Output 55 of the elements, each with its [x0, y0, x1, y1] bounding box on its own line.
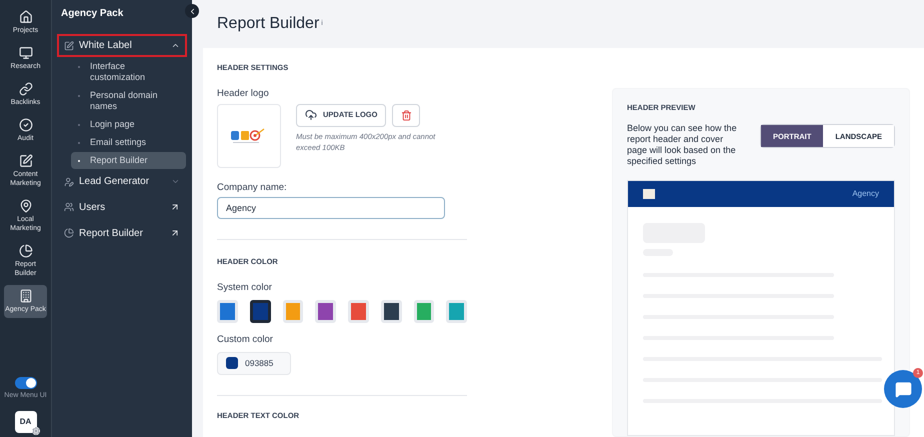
map-pin-icon — [18, 199, 32, 213]
building-icon — [18, 289, 32, 303]
menu-link[interactable]: Users — [57, 194, 187, 220]
check-circle-icon — [18, 118, 32, 132]
company-name-field[interactable]: Agency — [217, 196, 445, 219]
avatar[interactable]: DA — [14, 411, 36, 433]
logo-thumbnail-icon — [643, 189, 655, 200]
color-preview-icon — [226, 357, 238, 369]
toggle-switch[interactable] — [14, 376, 36, 388]
upload-icon — [305, 109, 317, 121]
menu-label: Report Builder — [79, 226, 144, 240]
menu-group[interactable]: White Label — [57, 34, 187, 57]
external-link-icon — [170, 202, 180, 212]
submenu-label: Personal domain names — [90, 90, 159, 112]
menu-label: White Label — [79, 39, 133, 53]
edit-icon — [64, 40, 74, 50]
color-swatch[interactable] — [250, 300, 270, 324]
field-label: Header logo — [217, 87, 270, 102]
edit-icon — [18, 154, 32, 168]
user-icon — [64, 176, 74, 186]
submenu-item[interactable]: Login page — [71, 116, 186, 133]
custom-color-field[interactable]: 093885 — [217, 352, 291, 374]
external-link-icon — [170, 228, 180, 238]
color-value: 093885 — [245, 356, 274, 370]
trash-icon — [400, 110, 412, 120]
delete-button[interactable] — [392, 104, 420, 126]
collapse-button[interactable] — [185, 4, 199, 18]
submenu-label: Login page — [90, 119, 136, 130]
chat-icon — [894, 380, 912, 398]
field-label: Custom color — [217, 333, 274, 348]
submenu-item[interactable]: Report Builder — [71, 152, 186, 169]
page-title: Report Builder$^{i}$ — [217, 14, 323, 34]
submenu-label: Report Builder — [90, 155, 149, 166]
menu-label: Users — [79, 200, 106, 214]
menu-link[interactable]: Report Builder — [57, 220, 187, 246]
users-icon — [64, 202, 74, 212]
preview-company: Agency — [852, 188, 879, 200]
field-label: System color — [217, 281, 273, 295]
submenu-label: Email settings — [90, 137, 148, 148]
submenu-item[interactable]: Interface customization — [71, 58, 186, 86]
pie-chart-icon — [18, 244, 32, 258]
home-icon — [18, 10, 32, 24]
preview-description: Below you can see how the report header and cover page will look based on the specified settings — [627, 123, 738, 168]
chevron-down-icon — [171, 177, 180, 186]
submenu-label: Interface customization — [90, 61, 146, 83]
menu-label: Lead Generator — [79, 175, 150, 189]
monitor-icon — [18, 46, 32, 60]
menu-group[interactable]: Lead Generator — [57, 170, 187, 193]
chevron-up-icon — [171, 41, 180, 50]
submenu-item[interactable]: Email settings — [71, 134, 186, 151]
field-label: Company name: — [217, 180, 288, 194]
pie-chart-icon — [64, 228, 74, 238]
link-icon — [18, 82, 32, 96]
sidebar-title: Agency Pack — [60, 7, 124, 21]
submenu-item[interactable]: Personal domain names — [71, 87, 186, 115]
